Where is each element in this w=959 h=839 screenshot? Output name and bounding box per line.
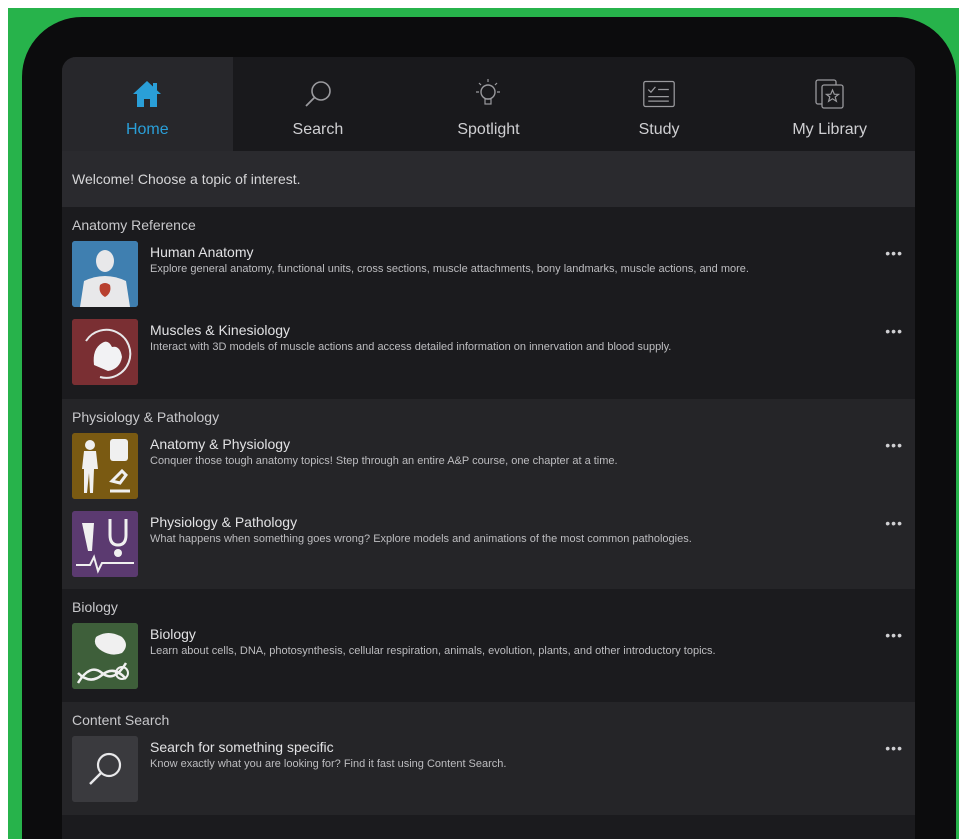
section-title: Content Search xyxy=(72,712,170,728)
tab-label: My Library xyxy=(792,121,868,138)
list-item-content-search[interactable]: Search for something specific Know exact… xyxy=(62,730,915,808)
more-options-icon[interactable]: ••• xyxy=(885,437,903,453)
item-title: Physiology & Pathology xyxy=(150,514,298,530)
more-options-icon[interactable]: ••• xyxy=(885,245,903,261)
more-options-icon[interactable]: ••• xyxy=(885,740,903,756)
tab-label: Study xyxy=(638,121,680,138)
home-icon xyxy=(130,77,164,111)
more-options-icon[interactable]: ••• xyxy=(885,627,903,643)
tab-bar: Home Search Spotlight Study My Library xyxy=(62,57,915,151)
stethoscope-thumbnail-icon xyxy=(72,511,138,577)
item-title: Anatomy & Physiology xyxy=(150,436,291,452)
section-anatomy-reference: Anatomy Reference Human Anatomy Explore … xyxy=(62,207,915,399)
section-physiology-pathology: Physiology & Pathology Anatomy & Physiol… xyxy=(62,399,915,589)
item-description: Interact with 3D models of muscle action… xyxy=(150,341,672,353)
tab-label: Search xyxy=(292,121,344,138)
section-title: Biology xyxy=(72,599,118,615)
tab-search[interactable]: Search xyxy=(233,57,404,151)
list-item-human-anatomy[interactable]: Human Anatomy Explore general anatomy, f… xyxy=(62,235,915,313)
tab-home[interactable]: Home xyxy=(62,57,233,151)
item-description: Conquer those tough anatomy topics! Step… xyxy=(150,455,618,467)
anatomy-physiology-thumbnail-icon xyxy=(72,433,138,499)
list-item-physiology-pathology[interactable]: Physiology & Pathology What happens when… xyxy=(62,505,915,583)
search-thumbnail-icon xyxy=(72,736,138,802)
list-item-anatomy-physiology[interactable]: Anatomy & Physiology Conquer those tough… xyxy=(62,427,915,505)
app-screen: Home Search Spotlight Study My Library W… xyxy=(62,57,915,839)
item-description: What happens when something goes wrong? … xyxy=(150,533,692,545)
item-title: Biology xyxy=(150,626,196,642)
section-title: Anatomy Reference xyxy=(72,217,196,233)
item-description: Know exactly what you are looking for? F… xyxy=(150,758,507,770)
muscle-arm-thumbnail-icon xyxy=(72,319,138,385)
section-content-search: Content Search Search for something spec… xyxy=(62,702,915,815)
list-item-muscles-kinesiology[interactable]: Muscles & Kinesiology Interact with 3D m… xyxy=(62,313,915,391)
item-title: Human Anatomy xyxy=(150,244,254,260)
section-title: Physiology & Pathology xyxy=(72,409,220,425)
list-item-biology[interactable]: Biology Learn about cells, DNA, photosyn… xyxy=(62,617,915,695)
lightbulb-icon xyxy=(471,77,505,111)
library-star-icon xyxy=(813,77,847,111)
human-anatomy-thumbnail-icon xyxy=(72,241,138,307)
item-description: Explore general anatomy, functional unit… xyxy=(150,263,749,275)
tab-study[interactable]: Study xyxy=(574,57,745,151)
item-title: Muscles & Kinesiology xyxy=(150,322,291,338)
section-biology: Biology Biology Learn about cells, DNA, … xyxy=(62,589,915,702)
more-options-icon[interactable]: ••• xyxy=(885,323,903,339)
item-title: Search for something specific xyxy=(150,739,334,755)
more-options-icon[interactable]: ••• xyxy=(885,515,903,531)
item-description: Learn about cells, DNA, photosynthesis, … xyxy=(150,645,716,657)
tab-label: Home xyxy=(125,121,169,138)
tab-spotlight[interactable]: Spotlight xyxy=(403,57,574,151)
checklist-icon xyxy=(642,77,676,111)
biology-frog-dna-thumbnail-icon xyxy=(72,623,138,689)
bottom-filler xyxy=(62,815,915,839)
search-icon xyxy=(301,77,335,111)
tab-label: Spotlight xyxy=(457,121,520,138)
welcome-banner: Welcome! Choose a topic of interest. xyxy=(62,151,915,207)
tab-my-library[interactable]: My Library xyxy=(744,57,915,151)
